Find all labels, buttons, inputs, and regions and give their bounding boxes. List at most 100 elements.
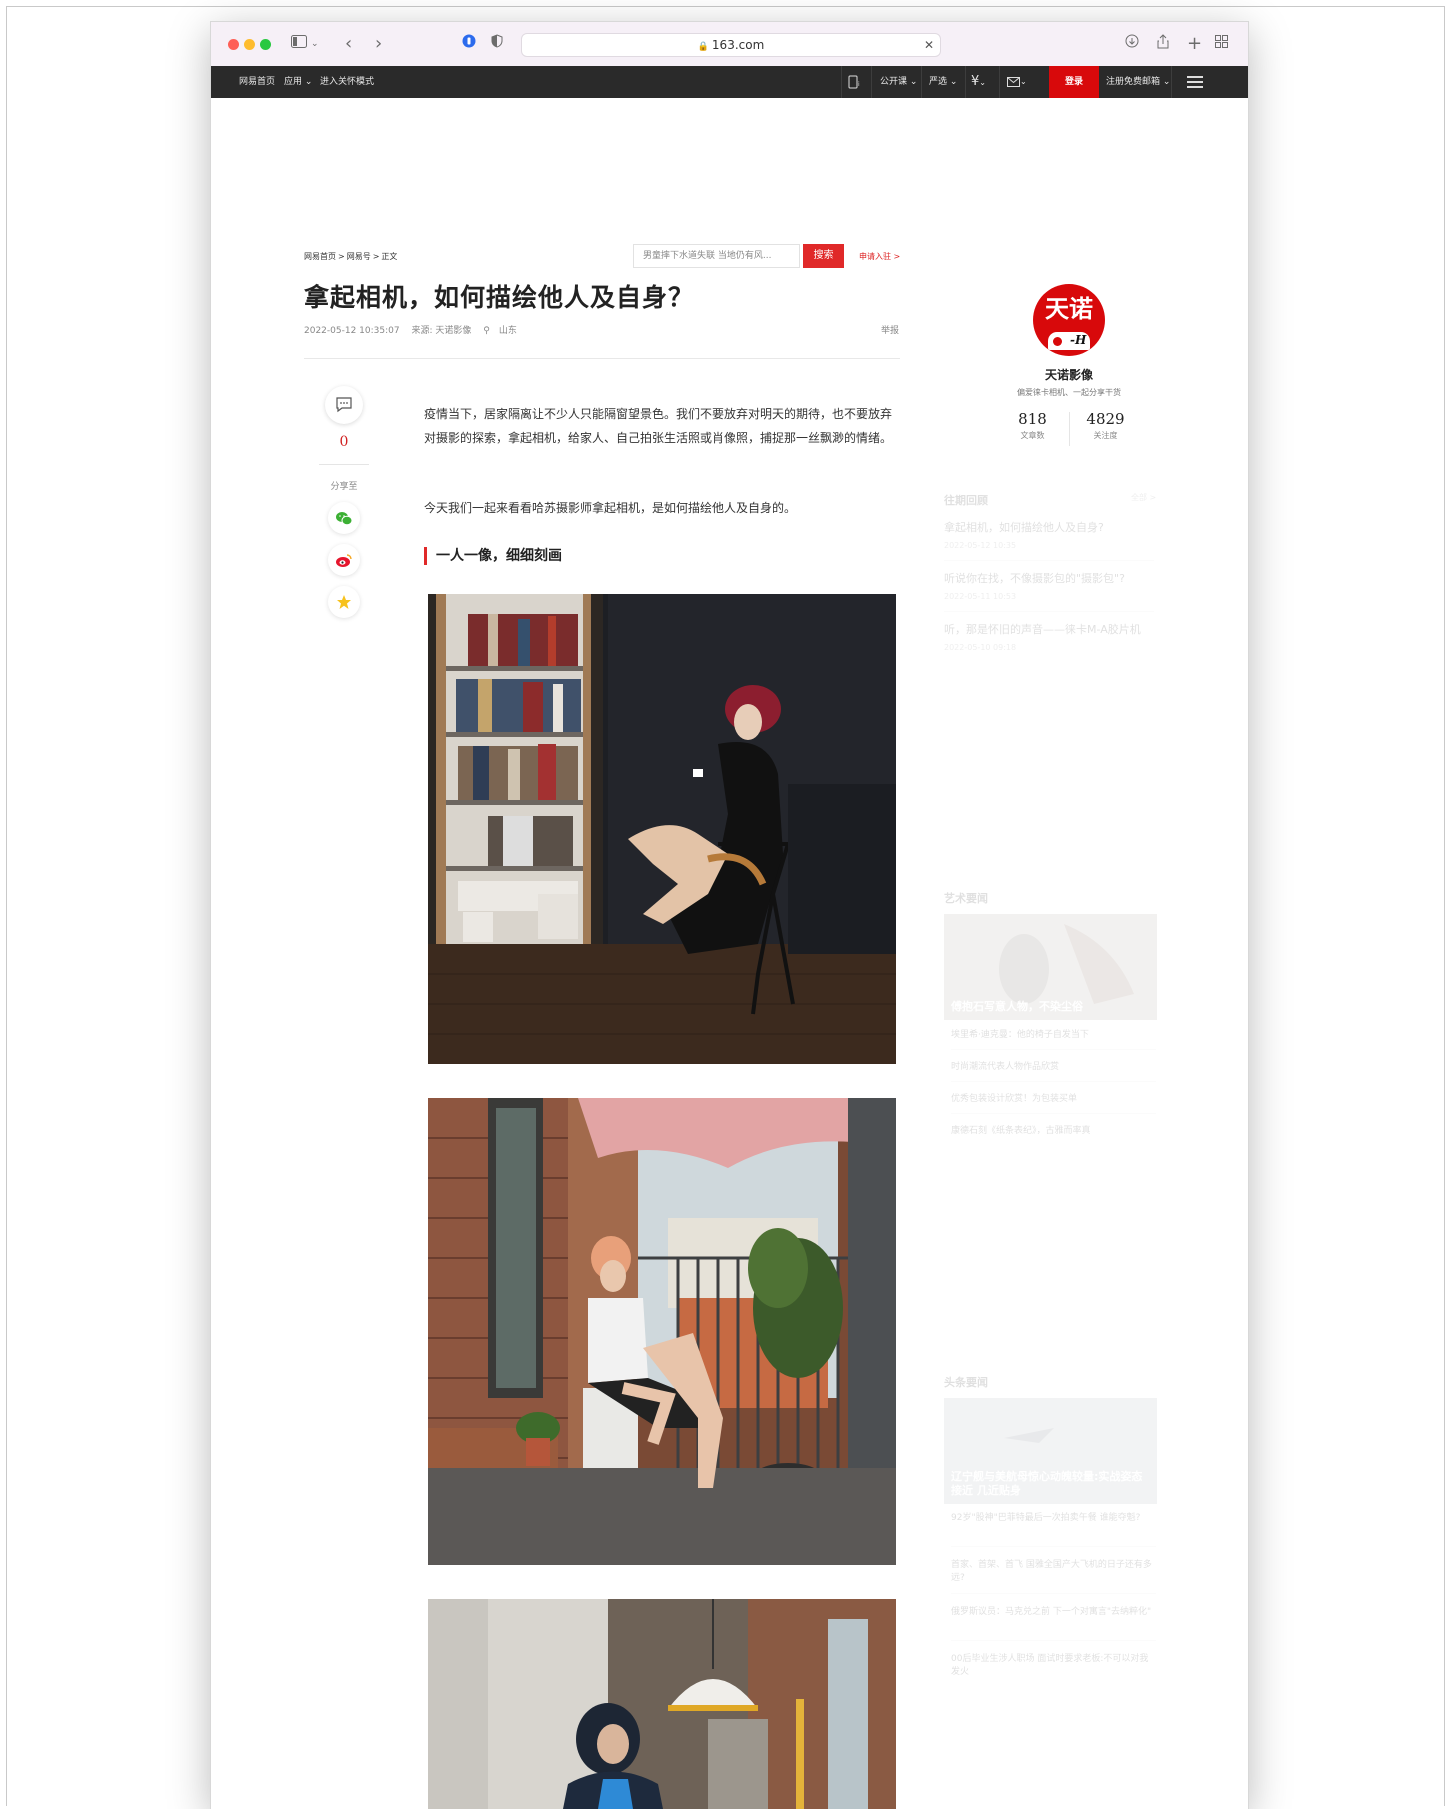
- nav-divider: [999, 66, 1000, 98]
- breadcrumb-section-link[interactable]: 网易号: [347, 252, 371, 261]
- headlines-title: 头条要闻: [944, 1376, 988, 1389]
- headline-item[interactable]: 92岁"股神"巴菲特最后一次拍卖午餐 谁能夺魁?: [951, 1512, 1156, 1525]
- free-mail-label: 注册免费邮箱: [1106, 77, 1161, 87]
- author-logo-text: 天诺: [1045, 295, 1093, 323]
- report-link[interactable]: 举报: [881, 323, 899, 336]
- login-button[interactable]: 登录: [1049, 66, 1099, 98]
- privacy-shield-icon[interactable]: [491, 34, 503, 54]
- breadcrumb-separator: >: [338, 252, 345, 261]
- past-posts-more-link[interactable]: 全部 >: [1131, 492, 1156, 503]
- nav-divider: [965, 66, 966, 98]
- headline-item[interactable]: 首家、首架、首飞 国雅全国产大飞机的日子还有多远?: [951, 1559, 1156, 1585]
- yen-icon[interactable]: ¥⌄: [971, 66, 986, 99]
- search-button[interactable]: 搜索: [803, 244, 844, 268]
- news-divider: [951, 1593, 1156, 1594]
- author-logo[interactable]: 天诺 -H: [1033, 284, 1105, 356]
- star-icon: [337, 595, 351, 609]
- tab-overview-icon[interactable]: [1215, 34, 1228, 54]
- article-location: 山东: [498, 326, 517, 336]
- mobile-app-icon[interactable]: i: [848, 66, 864, 98]
- breadcrumb-current: 正文: [381, 252, 398, 261]
- apply-join-link[interactable]: 申请入驻 >: [859, 251, 900, 262]
- author-profile-card: 天诺 -H 天诺影像 偏爱徕卡相机、一起分享干货 818 文章数 4829 关注…: [994, 284, 1144, 446]
- article-meta: 2022-05-12 10:35:07 来源: 天诺影像 ⚲ 山东: [304, 323, 526, 336]
- nav-home-link[interactable]: 网易首页: [239, 66, 275, 98]
- share-wechat-button[interactable]: [328, 502, 360, 534]
- comment-count[interactable]: 0: [319, 434, 369, 450]
- comment-icon: [336, 397, 352, 413]
- side-divider: [319, 464, 369, 465]
- chevron-down-icon: ⌄: [949, 77, 958, 87]
- author-stats: 818 文章数 4829 关注度: [994, 410, 1144, 446]
- articles-label: 文章数: [1020, 431, 1045, 440]
- share-icon[interactable]: [1157, 34, 1169, 54]
- author-description: 偏爱徕卡相机、一起分享干货: [1017, 388, 1121, 397]
- browser-toolbar: ⌄ ‹ › 🔒 163.com ✕ +: [211, 22, 1248, 67]
- nav-yanxuan-menu[interactable]: 严选 ⌄: [929, 66, 957, 98]
- nav-open-course-label: 公开课: [880, 77, 908, 87]
- nav-yanxuan-label: 严选: [929, 77, 948, 87]
- clear-url-icon[interactable]: ✕: [924, 34, 934, 56]
- free-mail-register-link[interactable]: 注册免费邮箱 ⌄: [1106, 66, 1170, 98]
- headlines-thumbnail[interactable]: 辽宁舰与美航母惊心动魄较量:实战姿态接近 几近贴身: [944, 1398, 1157, 1504]
- nav-apps-menu[interactable]: 应用 ⌄: [284, 66, 312, 98]
- art-news-item[interactable]: 康德石刻《纸条表纪》，古雅而率真: [951, 1125, 1156, 1138]
- breadcrumb-home-link[interactable]: 网易首页: [304, 252, 336, 261]
- new-tab-icon[interactable]: +: [1187, 34, 1202, 54]
- zoom-window-button[interactable]: [260, 39, 271, 50]
- comment-button[interactable]: [325, 386, 363, 424]
- past-post-title: 拿起相机，如何描绘他人及自身?: [944, 521, 1104, 534]
- headline-item[interactable]: 00后毕业生涉人职场 面试时要求老板:不可以对我发火: [951, 1653, 1156, 1679]
- art-news-item[interactable]: 优秀包装设计欣赏！为包装买单: [951, 1093, 1156, 1106]
- chevron-down-icon: ⌄: [1162, 77, 1171, 87]
- nav-divider: [921, 66, 922, 98]
- breadcrumb-separator: >: [372, 252, 380, 261]
- nav-care-mode-link[interactable]: 进入关怀模式: [320, 66, 374, 98]
- site-nav-bar: 网易首页 应用 ⌄ 进入关怀模式 i 公开课 ⌄ 严选 ⌄ ¥⌄ ⌄ 登录 注册…: [211, 66, 1248, 98]
- article-paragraph: 疫情当下，居家隔离让不少人只能隔窗望景色。我们不要放弃对明天的期待，也不要放弃对…: [424, 407, 893, 445]
- past-post-title: 听，那是怀旧的声音——徕卡M-A胶片机: [944, 623, 1141, 636]
- article-title: 拿起相机，如何描绘他人及自身？: [304, 283, 695, 312]
- author-name[interactable]: 天诺影像: [994, 366, 1144, 383]
- chevron-down-icon: ⌄: [909, 77, 918, 87]
- nav-open-course-menu[interactable]: 公开课 ⌄: [880, 66, 917, 98]
- past-post-item[interactable]: 听说你在找，不像摄影包的"摄影包"? 2022-05-11 10:53: [944, 570, 1154, 612]
- download-icon[interactable]: [1125, 34, 1139, 54]
- article-photo: [428, 1599, 896, 1809]
- address-bar[interactable]: 🔒 163.com ✕: [521, 33, 941, 57]
- followers-stat: 4829 关注度: [1070, 410, 1142, 446]
- favorite-button[interactable]: [328, 586, 360, 618]
- news-divider: [951, 1113, 1156, 1114]
- location-pin-icon: ⚲: [483, 326, 490, 336]
- breadcrumb: 网易首页 > 网易号 > 正文: [304, 251, 399, 262]
- art-news-item[interactable]: 埃里希·迪克曼：他的椅子自发当下: [951, 1029, 1156, 1042]
- past-post-item[interactable]: 拿起相机，如何描绘他人及自身? 2022-05-12 10:35: [944, 519, 1154, 561]
- password-extension-icon[interactable]: [462, 34, 476, 54]
- art-news-item[interactable]: 时尚潮流代表人物作品欣赏: [951, 1061, 1156, 1074]
- news-divider: [951, 1546, 1156, 1547]
- past-post-divider: [944, 611, 1154, 612]
- search-input[interactable]: 男童摔下水道失联 当地仍有风...: [633, 244, 800, 268]
- articles-stat: 818 文章数: [997, 410, 1069, 446]
- browser-window: ⌄ ‹ › 🔒 163.com ✕ + 网易首页 应用 ⌄ 进入关怀模式 i 公…: [211, 22, 1248, 1809]
- share-weibo-button[interactable]: [328, 544, 360, 576]
- mail-icon[interactable]: ⌄: [1007, 66, 1027, 98]
- headline-item[interactable]: 俄罗斯议员：马克兑之前 下一个对寓言"去纳粹化": [951, 1606, 1156, 1619]
- past-post-date: 2022-05-10 09:18: [944, 643, 1017, 652]
- minimize-window-button[interactable]: [244, 39, 255, 50]
- articles-count: 818: [1018, 410, 1047, 428]
- art-news-thumbnail-caption: 傅抱石写意人物，不染尘俗: [951, 1000, 1083, 1013]
- article-paragraph: 今天我们一起来看看哈苏摄影师拿起相机，是如何描绘他人及自身的。: [424, 501, 797, 515]
- art-news-title: 艺术要闻: [944, 892, 988, 905]
- past-post-title: 听说你在找，不像摄影包的"摄影包"?: [944, 572, 1125, 585]
- close-window-button[interactable]: [228, 39, 239, 50]
- nav-divider: [871, 66, 872, 98]
- back-icon[interactable]: ‹: [345, 34, 352, 54]
- chevron-down-icon[interactable]: ⌄: [311, 34, 319, 54]
- sidebar-toggle-icon[interactable]: [291, 34, 307, 54]
- hamburger-menu-icon[interactable]: [1187, 76, 1203, 88]
- forward-icon[interactable]: ›: [375, 34, 382, 54]
- past-post-item[interactable]: 听，那是怀旧的声音——徕卡M-A胶片机 2022-05-10 09:18: [944, 621, 1154, 652]
- past-post-date: 2022-05-12 10:35: [944, 541, 1017, 550]
- art-news-thumbnail[interactable]: 傅抱石写意人物，不染尘俗: [944, 914, 1157, 1020]
